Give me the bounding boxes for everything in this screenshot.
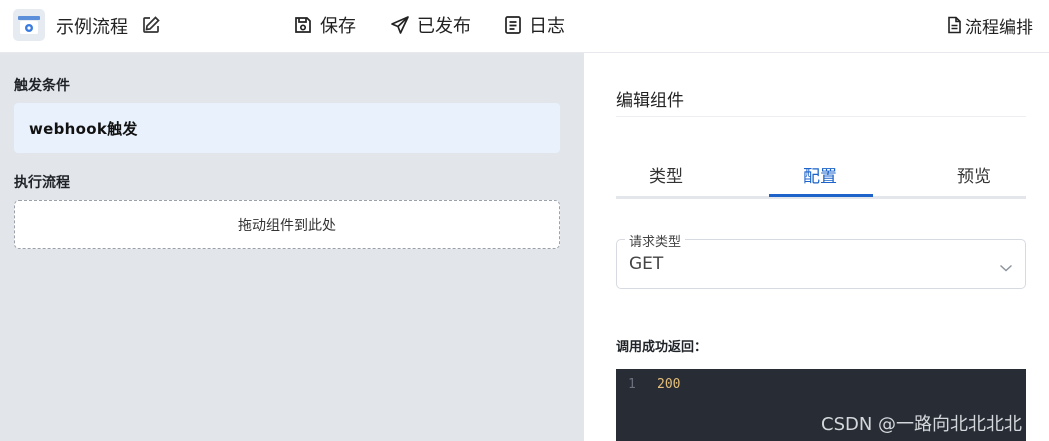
log-button[interactable]: 日志 — [504, 12, 565, 38]
trigger-card-label: webhook触发 — [29, 120, 138, 138]
flow-canvas: 触发条件 webhook触发 执行流程 拖动组件到此处 — [0, 53, 584, 441]
code-line: 200 — [657, 377, 681, 392]
active-tab-indicator — [769, 194, 873, 197]
code-gutter: 1 — [616, 369, 646, 441]
editor-divider — [616, 116, 1026, 117]
trigger-card[interactable]: webhook触发 — [14, 103, 560, 153]
trigger-section-label: 触发条件 — [14, 78, 70, 94]
log-label: 日志 — [529, 16, 565, 37]
publish-label: 已发布 — [417, 16, 471, 37]
paper-plane-icon — [391, 16, 409, 34]
component-drop-zone[interactable]: 拖动组件到此处 — [14, 200, 560, 249]
flow-section-label: 执行流程 — [14, 175, 70, 191]
request-type-label: 请求类型 — [625, 231, 686, 250]
component-editor-panel: 编辑组件 类型 配置 预览 请求类型 GET 调用成功返回： 1 200 — [596, 66, 1049, 441]
request-type-value: GET — [629, 254, 664, 274]
publish-button[interactable]: 已发布 — [390, 12, 471, 38]
top-toolbar: 示例流程 保存 已发布 日志 流程编排 — [0, 0, 1049, 53]
save-button[interactable]: 保存 — [293, 12, 356, 38]
tab-type[interactable]: 类型 — [649, 162, 683, 187]
save-label: 保存 — [320, 16, 356, 37]
request-type-select[interactable]: 请求类型 GET — [616, 231, 1026, 289]
editor-title: 编辑组件 — [616, 91, 684, 111]
watermark: CSDN @一路向北北北北 — [821, 414, 1023, 435]
drop-zone-text: 拖动组件到此处 — [238, 217, 336, 234]
flow-orchestrate-label: 流程编排 — [965, 17, 1033, 38]
document-lines-icon — [505, 16, 521, 34]
tab-config[interactable]: 配置 — [803, 162, 837, 187]
tab-preview[interactable]: 预览 — [957, 162, 991, 187]
flow-app-icon — [13, 9, 45, 41]
flow-orchestrate-button[interactable]: 流程编排 — [947, 12, 1033, 38]
flow-title: 示例流程 — [56, 17, 128, 38]
line-number: 1 — [628, 377, 636, 392]
editor-tabs: 类型 配置 预览 — [616, 156, 1026, 199]
success-return-label: 调用成功返回： — [616, 340, 708, 355]
chevron-down-icon — [999, 258, 1013, 277]
pencil-square-icon[interactable] — [141, 15, 161, 39]
document-icon — [948, 16, 961, 34]
floppy-disk-icon — [295, 17, 311, 33]
